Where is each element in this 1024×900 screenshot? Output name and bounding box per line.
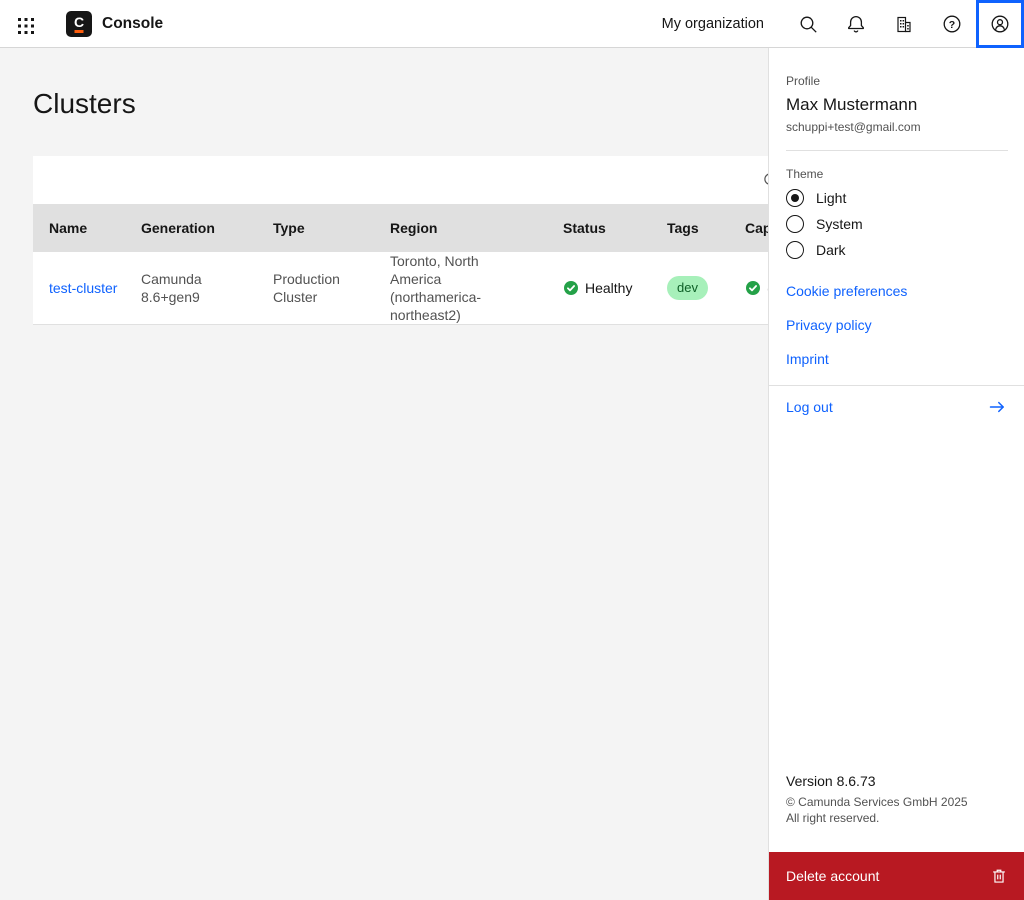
user-profile-panel: Profile Max Mustermann schuppi+test@gmai…	[768, 48, 1024, 900]
capability-check-icon	[745, 280, 761, 296]
notifications-button[interactable]	[832, 0, 880, 48]
column-header-tags: Tags	[667, 220, 699, 236]
svg-text:?: ?	[949, 18, 955, 30]
logout-button[interactable]: Log out	[769, 385, 1024, 429]
profile-section-label: Profile	[786, 74, 821, 88]
rights-text: All right reserved.	[786, 811, 880, 825]
camunda-logo-letter: C	[73, 13, 85, 30]
column-header-generation: Generation	[141, 220, 215, 236]
column-header-region: Region	[390, 220, 438, 236]
theme-option-dark[interactable]: Dark	[786, 241, 1008, 259]
enterprise-building-icon	[894, 14, 914, 34]
column-header-name: Name	[49, 220, 88, 236]
notifications-bell-icon	[846, 14, 866, 34]
help-button[interactable]: ?	[928, 0, 976, 48]
top-header-bar: C Console My organization ?	[0, 0, 1024, 48]
theme-section-label: Theme	[786, 167, 824, 181]
cell-generation: Camunda 8.6+gen9	[141, 271, 202, 305]
app-switcher-button[interactable]	[0, 0, 48, 48]
organization-management-button[interactable]	[880, 0, 928, 48]
page-title: Clusters	[33, 88, 136, 119]
cluster-name-link[interactable]: test-cluster	[49, 280, 117, 296]
cookie-preferences-link[interactable]: Cookie preferences	[786, 283, 1008, 299]
radio-dark[interactable]	[786, 241, 804, 259]
radio-light[interactable]	[786, 189, 804, 207]
delete-account-button[interactable]: Delete account	[769, 852, 1024, 900]
app-title: Console	[102, 14, 164, 32]
profile-name: Max Mustermann	[786, 95, 918, 114]
user-avatar-icon	[990, 14, 1010, 34]
help-icon: ?	[942, 14, 962, 34]
search-button[interactable]	[784, 0, 832, 48]
cell-status-text: Healthy	[585, 280, 633, 296]
panel-spacer	[769, 429, 1024, 773]
organization-label[interactable]: My organization	[662, 16, 764, 32]
search-icon	[798, 14, 818, 34]
version-text: Version 8.6.73	[786, 773, 876, 789]
user-profile-button[interactable]	[976, 0, 1024, 48]
imprint-link[interactable]: Imprint	[786, 351, 1008, 367]
arrow-right-icon	[987, 397, 1007, 417]
privacy-policy-link[interactable]: Privacy policy	[786, 317, 1008, 333]
radio-system[interactable]	[786, 215, 804, 233]
column-header-type: Type	[273, 220, 305, 236]
copyright-text: © Camunda Services GmbH 2025	[786, 795, 968, 809]
profile-email: schuppi+test@gmail.com	[786, 120, 921, 134]
trash-icon	[990, 867, 1008, 885]
theme-option-system[interactable]: System	[786, 215, 1008, 233]
theme-option-light[interactable]: Light	[786, 189, 1008, 207]
healthy-check-icon	[563, 280, 579, 296]
tag-dev: dev	[667, 276, 708, 300]
camunda-logo: C	[66, 10, 92, 37]
column-header-status: Status	[563, 220, 606, 236]
cell-region: Toronto, North America (northamerica-nor…	[390, 253, 482, 323]
cell-type: Production Cluster	[273, 271, 340, 305]
app-switcher-icon	[16, 16, 34, 34]
app-window: C Console My organization ? Clusters Nam…	[0, 0, 1024, 900]
